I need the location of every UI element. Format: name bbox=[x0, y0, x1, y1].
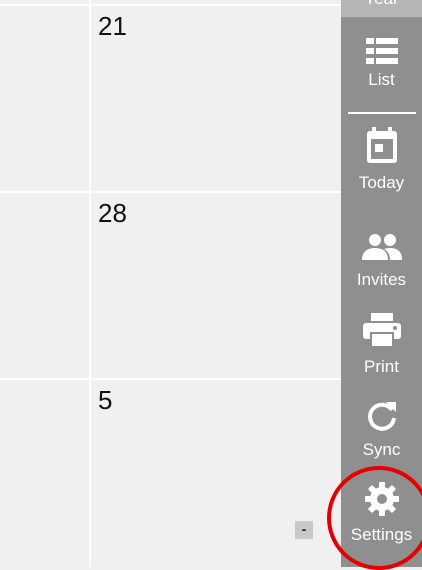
calendar-cell[interactable] bbox=[0, 380, 91, 567]
calendar-grid: 21 28 5 - bbox=[0, 0, 341, 567]
sidebar-item-label: Year bbox=[341, 0, 422, 9]
refresh-icon bbox=[367, 402, 396, 431]
calendar-day-cell[interactable]: 28 bbox=[91, 193, 341, 378]
calendar-week-row: 28 bbox=[0, 191, 341, 378]
print-label: Print bbox=[364, 357, 399, 376]
print-button[interactable]: Print bbox=[341, 313, 422, 377]
sidebar-item-year[interactable]: Year bbox=[341, 0, 422, 17]
list-icon bbox=[365, 38, 398, 64]
calendar-cell[interactable] bbox=[0, 193, 91, 378]
sync-button[interactable]: Sync bbox=[341, 400, 422, 460]
settings-button[interactable]: Settings bbox=[341, 481, 422, 545]
invites-button[interactable]: Invites bbox=[341, 234, 422, 290]
sidebar-divider bbox=[348, 112, 416, 114]
people-icon bbox=[361, 234, 402, 260]
date-number: 21 bbox=[98, 11, 127, 41]
collapse-button[interactable]: - bbox=[295, 521, 313, 539]
list-button[interactable]: List bbox=[341, 38, 422, 90]
command-sidebar: Year List Today Inv bbox=[341, 0, 422, 567]
settings-label: Settings bbox=[350, 525, 413, 544]
gear-icon bbox=[364, 482, 399, 516]
calendar-today-icon bbox=[366, 127, 397, 163]
calendar-cell[interactable] bbox=[0, 6, 91, 191]
list-label: List bbox=[368, 70, 395, 89]
today-button[interactable]: Today bbox=[341, 127, 422, 193]
today-label: Today bbox=[358, 173, 405, 192]
sync-label: Sync bbox=[362, 440, 401, 459]
printer-icon bbox=[362, 313, 401, 347]
calendar-week-row: 5 bbox=[0, 378, 341, 567]
date-number: 5 bbox=[98, 385, 113, 415]
date-number: 28 bbox=[98, 198, 127, 228]
calendar-day-cell[interactable]: 21 bbox=[91, 6, 341, 191]
invites-label: Invites bbox=[356, 270, 407, 289]
calendar-week-row: 21 bbox=[0, 4, 341, 191]
